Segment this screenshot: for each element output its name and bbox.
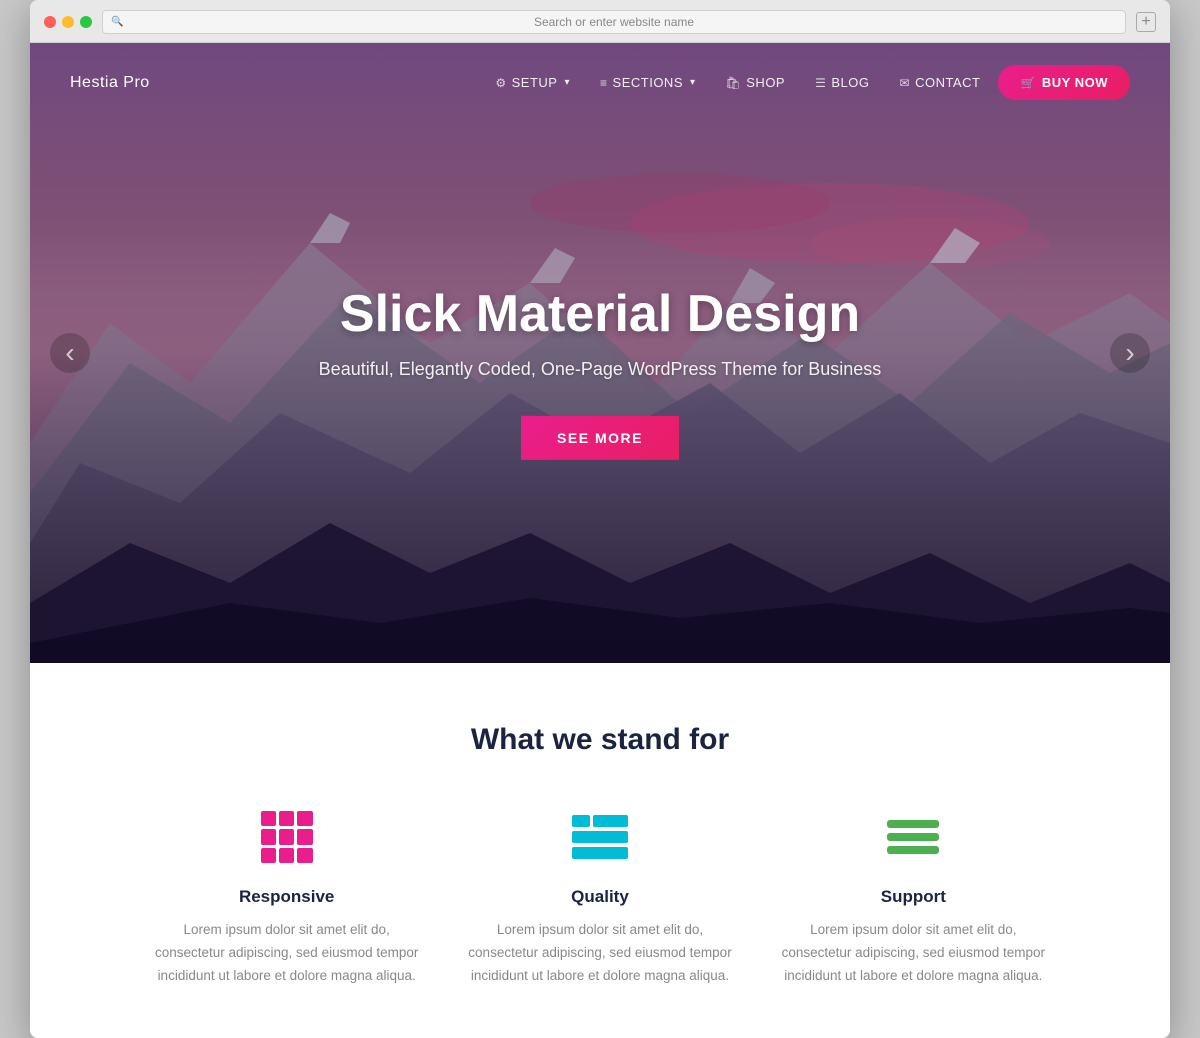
minimize-dot[interactable] bbox=[62, 16, 74, 28]
close-dot[interactable] bbox=[44, 16, 56, 28]
features-section: What we stand for bbox=[30, 663, 1170, 1038]
nav-item-setup[interactable]: ⚙ SETUP bbox=[483, 67, 582, 98]
nav-item-shop[interactable]: 🛍 SHOP bbox=[714, 67, 798, 98]
support-line-3 bbox=[887, 846, 939, 854]
nav-item-contact[interactable]: ✉ CONTACT bbox=[888, 67, 993, 98]
feature-quality: Quality Lorem ipsum dolor sit amet elit … bbox=[463, 807, 736, 988]
nav-label-setup: SETUP bbox=[512, 75, 558, 90]
address-bar[interactable]: Search or enter website name bbox=[102, 10, 1126, 34]
shop-icon: 🛍 bbox=[726, 76, 742, 90]
new-tab-button[interactable]: + bbox=[1136, 12, 1156, 32]
support-icon bbox=[883, 807, 943, 867]
maximize-dot[interactable] bbox=[80, 16, 92, 28]
contact-icon: ✉ bbox=[900, 76, 911, 90]
nav-item-blog[interactable]: ☰ BLOG bbox=[803, 67, 881, 98]
navbar: Hestia Pro ⚙ SETUP ≡ SECTIONS 🛍 SHOP bbox=[30, 43, 1170, 122]
address-text: Search or enter website name bbox=[534, 15, 694, 29]
left-arrow-icon: ‹ bbox=[65, 337, 74, 369]
grid-cell-5 bbox=[279, 829, 294, 844]
browser-window: Search or enter website name + bbox=[30, 0, 1170, 1038]
right-arrow-icon: › bbox=[1125, 337, 1134, 369]
feature-support: Support Lorem ipsum dolor sit amet elit … bbox=[777, 807, 1050, 988]
navbar-nav: ⚙ SETUP ≡ SECTIONS 🛍 SHOP ☰ BLOG bbox=[483, 65, 1130, 100]
responsive-icon bbox=[257, 807, 317, 867]
grid-cell-4 bbox=[261, 829, 276, 844]
hero-section: Hestia Pro ⚙ SETUP ≡ SECTIONS 🛍 SHOP bbox=[30, 43, 1170, 663]
feature-desc-support: Lorem ipsum dolor sit amet elit do, cons… bbox=[777, 919, 1050, 988]
table-cell-right bbox=[593, 815, 628, 827]
buy-now-button[interactable]: BUY NOW bbox=[998, 65, 1130, 100]
browser-chrome: Search or enter website name + bbox=[30, 0, 1170, 43]
nav-label-shop: SHOP bbox=[746, 75, 785, 90]
nav-label-contact: CONTACT bbox=[915, 75, 980, 90]
features-grid: Responsive Lorem ipsum dolor sit amet el… bbox=[150, 807, 1050, 988]
carousel-arrow-right[interactable]: › bbox=[1110, 333, 1150, 373]
table-row-full-1 bbox=[572, 831, 628, 843]
blog-icon: ☰ bbox=[815, 76, 826, 90]
nav-label-blog: BLOG bbox=[831, 75, 869, 90]
buy-now-label: BUY NOW bbox=[1042, 75, 1108, 90]
features-title: What we stand for bbox=[70, 723, 1130, 757]
nav-label-sections: SECTIONS bbox=[613, 75, 683, 90]
setup-icon: ⚙ bbox=[495, 76, 506, 90]
table-icon bbox=[572, 815, 628, 859]
hero-content: Slick Material Design Beautiful, Elegant… bbox=[144, 286, 1056, 460]
website-content: Hestia Pro ⚙ SETUP ≡ SECTIONS 🛍 SHOP bbox=[30, 43, 1170, 1038]
quality-icon bbox=[570, 807, 630, 867]
hero-subtitle: Beautiful, Elegantly Coded, One-Page Wor… bbox=[144, 359, 1056, 380]
grid-icon bbox=[261, 811, 313, 863]
grid-cell-1 bbox=[261, 811, 276, 826]
feature-responsive: Responsive Lorem ipsum dolor sit amet el… bbox=[150, 807, 423, 988]
cart-icon bbox=[1020, 75, 1035, 90]
browser-dots bbox=[44, 16, 92, 28]
grid-cell-6 bbox=[297, 829, 312, 844]
sections-icon: ≡ bbox=[600, 76, 608, 90]
support-line-2 bbox=[887, 833, 939, 841]
feature-name-responsive: Responsive bbox=[150, 887, 423, 907]
table-top-row bbox=[572, 815, 628, 827]
carousel-arrow-left[interactable]: ‹ bbox=[50, 333, 90, 373]
feature-desc-responsive: Lorem ipsum dolor sit amet elit do, cons… bbox=[150, 919, 423, 988]
nav-item-sections[interactable]: ≡ SECTIONS bbox=[588, 67, 708, 98]
grid-cell-2 bbox=[279, 811, 294, 826]
lines-icon bbox=[887, 820, 939, 854]
support-line-1 bbox=[887, 820, 939, 828]
hero-title: Slick Material Design bbox=[144, 286, 1056, 343]
grid-cell-7 bbox=[261, 848, 276, 863]
feature-desc-quality: Lorem ipsum dolor sit amet elit do, cons… bbox=[463, 919, 736, 988]
grid-cell-3 bbox=[297, 811, 312, 826]
navbar-brand[interactable]: Hestia Pro bbox=[70, 74, 150, 92]
feature-name-quality: Quality bbox=[463, 887, 736, 907]
grid-cell-8 bbox=[279, 848, 294, 863]
feature-name-support: Support bbox=[777, 887, 1050, 907]
grid-cell-9 bbox=[297, 848, 312, 863]
see-more-button[interactable]: SEE MORE bbox=[521, 416, 679, 460]
table-row-full-2 bbox=[572, 847, 628, 859]
table-cell-left bbox=[572, 815, 590, 827]
